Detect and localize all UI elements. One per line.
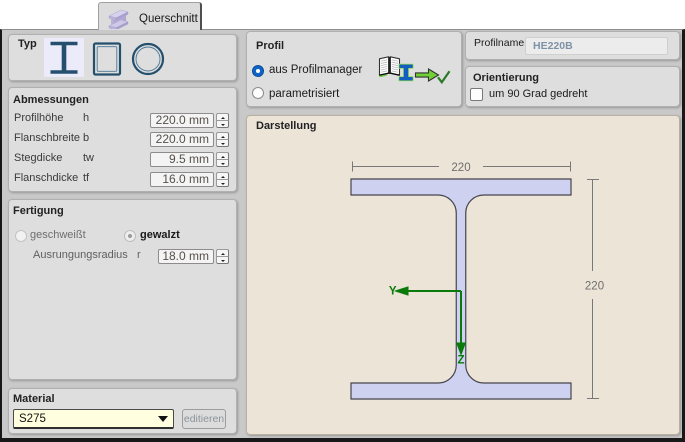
svg-text:Y: Y (389, 286, 397, 298)
svg-text:220: 220 (451, 162, 470, 174)
svg-text:Z: Z (457, 355, 464, 367)
svg-text:220: 220 (585, 281, 604, 293)
